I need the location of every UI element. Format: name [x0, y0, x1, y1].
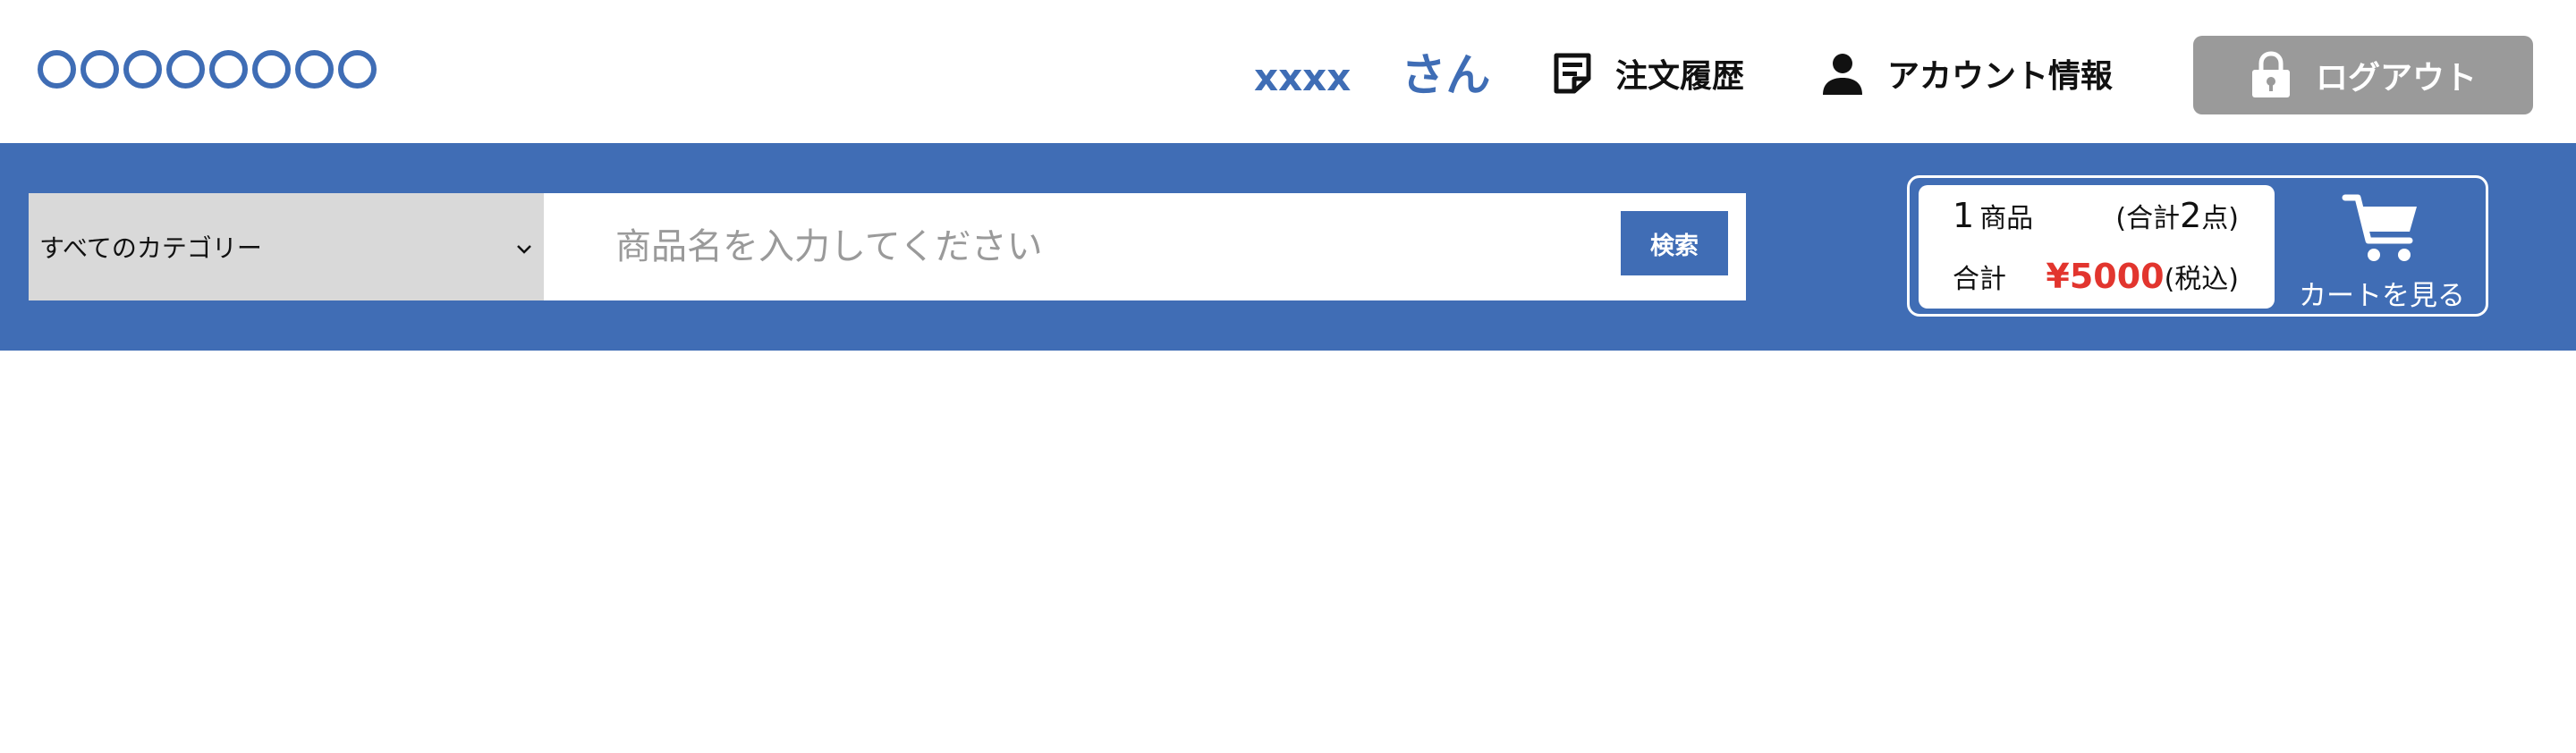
cart-total-qty-close: 点): [2201, 203, 2239, 234]
site-logo[interactable]: [38, 50, 377, 89]
view-cart-button[interactable]: カートを見る: [2284, 190, 2480, 312]
chevron-down-icon: [515, 233, 533, 262]
user-icon: [1819, 50, 1866, 97]
lock-icon: [2250, 51, 2292, 99]
search-input-wrap: 検索: [544, 193, 1746, 300]
logo-circle: [338, 50, 377, 89]
cart-total-row: 合計 ¥5000 (税込): [1953, 257, 2239, 296]
search-group: すべてのカテゴリー 検索: [29, 193, 1746, 300]
search-bar: すべてのカテゴリー 検索 1 商品 (合計2点) 合計 ¥5000 (税込): [0, 143, 2576, 351]
logo-circle: [209, 50, 248, 89]
logo-circle: [80, 50, 119, 89]
cart-icon: [2284, 190, 2480, 269]
logout-button[interactable]: ログアウト: [2193, 36, 2533, 114]
search-button[interactable]: 検索: [1621, 211, 1728, 275]
account-info-label: アカウント情報: [1887, 58, 2114, 95]
user-greeting: xxxx さん: [1254, 48, 1490, 105]
cart-total-qty-number: 2: [2180, 196, 2202, 235]
cart-total-quantity: (合計2点): [2115, 196, 2239, 235]
cart-tax-note: (税込): [2164, 264, 2239, 295]
cart-item-unit: 商品: [1979, 203, 2034, 234]
view-cart-label: カートを見る: [2299, 280, 2465, 312]
search-input[interactable]: [544, 193, 1746, 300]
category-select[interactable]: すべてのカテゴリー: [29, 193, 544, 300]
top-header: xxxx さん 注文履歴 アカウント情報 ログアウト: [0, 0, 2576, 143]
order-history-icon: [1551, 50, 1594, 97]
cart-count-row: 1 商品 (合計2点): [1953, 196, 2239, 235]
cart-item-count: 1: [1953, 196, 1975, 235]
user-suffix: さん: [1401, 49, 1491, 101]
cart-total-price: ¥5000: [2046, 257, 2165, 296]
logout-label: ログアウト: [2315, 60, 2477, 97]
logo-circle: [123, 50, 162, 89]
cart-summary: 1 商品 (合計2点) 合計 ¥5000 (税込): [1919, 185, 2275, 309]
category-selected-label: すべてのカテゴリー: [39, 233, 262, 263]
order-history-label: 注文履歴: [1615, 58, 1745, 95]
logo-circle: [295, 50, 334, 89]
account-info-link[interactable]: アカウント情報: [1819, 45, 2113, 102]
logo-circle: [166, 50, 205, 89]
cart-total-label: 合計: [1953, 264, 2006, 295]
order-history-link[interactable]: 注文履歴: [1551, 45, 1744, 102]
logo-circle: [252, 50, 291, 89]
cart-total-qty-open: (合計: [2115, 203, 2181, 234]
logo-circle: [38, 50, 76, 89]
user-name: xxxx: [1254, 55, 1352, 99]
cart-widget[interactable]: 1 商品 (合計2点) 合計 ¥5000 (税込) カートを見る: [1907, 175, 2488, 317]
